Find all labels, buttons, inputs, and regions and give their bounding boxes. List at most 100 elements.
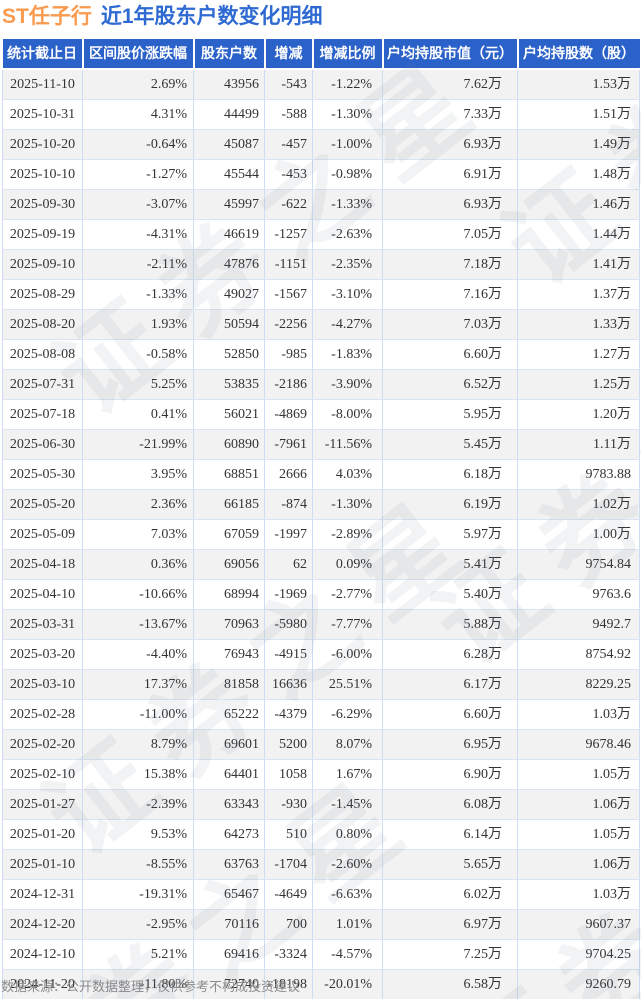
cell-date: 2025-05-20 — [2, 489, 83, 520]
cell-holders: 68994 — [193, 579, 265, 610]
cell-price-change: -2.95% — [82, 909, 194, 940]
cell-delta: -3324 — [264, 939, 313, 970]
cell-avg-value: 6.60万 — [382, 699, 518, 730]
cell-holders: 69416 — [193, 939, 265, 970]
cell-price-change: -13.67% — [82, 609, 194, 640]
cell-delta: -985 — [264, 339, 313, 370]
cell-delta: -1997 — [264, 519, 313, 550]
cell-holders: 69601 — [193, 729, 265, 760]
cell-delta-pct: -6.29% — [312, 699, 383, 730]
cell-date: 2025-05-30 — [2, 459, 83, 490]
cell-date: 2025-09-19 — [2, 219, 83, 250]
cell-price-change: 7.03% — [82, 519, 194, 550]
cell-holders: 46619 — [193, 219, 265, 250]
cell-avg-shares: 1.27万 — [517, 339, 640, 370]
cell-avg-value: 7.33万 — [382, 99, 518, 130]
table-row: 2025-01-10 -8.55% 63763 -1704 -2.60% 5.65万 1.0… — [2, 849, 640, 880]
table-row: 2025-09-19 -4.31% 46619 -1257 -2.63% 7.05万 1.4… — [2, 219, 640, 250]
cell-date: 2025-01-27 — [2, 789, 83, 820]
cell-delta-pct: -1.00% — [312, 129, 383, 160]
cell-avg-value: 7.18万 — [382, 249, 518, 280]
cell-delta-pct: -3.10% — [312, 279, 383, 310]
cell-holders: 64401 — [193, 759, 265, 790]
cell-avg-value: 6.02万 — [382, 879, 518, 910]
cell-price-change: -2.11% — [82, 249, 194, 280]
cell-delta: -543 — [264, 69, 313, 100]
cell-avg-shares: 1.49万 — [517, 129, 640, 160]
page: ST任子行 近1年股东户数变化明细 统计截止日 区间股价涨跌幅 股东户数 增减 增减比例户… — [0, 0, 641, 999]
cell-avg-value: 6.14万 — [382, 819, 518, 850]
table-body: 2025-11-10 2.69% 43956 -543 -1.22% 7.62万 1.53万… — [2, 69, 640, 999]
cell-delta-pct: -3.90% — [312, 369, 383, 400]
cell-date: 2025-06-30 — [2, 429, 83, 460]
cell-price-change: -10.66% — [82, 579, 194, 610]
cell-delta-pct: 1.67% — [312, 759, 383, 790]
cell-avg-value: 5.97万 — [382, 519, 518, 550]
cell-delta: -1151 — [264, 249, 313, 280]
cell-date: 2025-05-09 — [2, 519, 83, 550]
table-row: 2025-04-10 -10.66% 68994 -1969 -2.77% 5.40万 97… — [2, 579, 640, 610]
column-header: 股东户数 — [192, 39, 266, 70]
cell-date: 2025-02-10 — [2, 759, 83, 790]
cell-avg-shares: 1.02万 — [517, 489, 640, 520]
table-row: 2025-01-27 -2.39% 63343 -930 -1.45% 6.08万 1.06… — [2, 789, 640, 820]
cell-delta-pct: 1.01% — [312, 909, 383, 940]
cell-avg-shares: 9763.6 — [517, 579, 640, 610]
cell-avg-shares: 1.06万 — [517, 849, 640, 880]
table-row: 2025-05-09 7.03% 67059 -1997 -2.89% 5.97万 1.00… — [2, 519, 640, 550]
cell-price-change: -1.33% — [82, 279, 194, 310]
cell-avg-shares: 9754.84 — [517, 549, 640, 580]
table-row: 2025-10-20 -0.64% 45087 -457 -1.00% 6.93万 1.49… — [2, 129, 640, 160]
cell-avg-value: 6.91万 — [382, 159, 518, 190]
cell-delta-pct: -1.33% — [312, 189, 383, 220]
cell-delta: 5200 — [264, 729, 313, 760]
cell-delta: 700 — [264, 909, 313, 940]
cell-delta: -874 — [264, 489, 313, 520]
cell-holders: 45997 — [193, 189, 265, 220]
table-row: 2024-12-10 5.21% 69416 -3324 -4.57% 7.25万 9704… — [2, 939, 640, 970]
table-row: 2024-12-20 -2.95% 70116 700 1.01% 6.97万 9607.3… — [2, 909, 640, 940]
cell-delta-pct: -1.83% — [312, 339, 383, 370]
cell-avg-value: 7.25万 — [382, 939, 518, 970]
cell-holders: 68851 — [193, 459, 265, 490]
cell-delta-pct: -0.98% — [312, 159, 383, 190]
cell-date: 2025-08-29 — [2, 279, 83, 310]
cell-avg-value: 6.28万 — [382, 639, 518, 670]
cell-price-change: 4.31% — [82, 99, 194, 130]
cell-date: 2025-01-20 — [2, 819, 83, 850]
cell-delta-pct: -2.89% — [312, 519, 383, 550]
cell-avg-value: 5.95万 — [382, 399, 518, 430]
cell-avg-value: 5.41万 — [382, 549, 518, 580]
cell-delta-pct: 8.07% — [312, 729, 383, 760]
cell-holders: 49027 — [193, 279, 265, 310]
table-row: 2025-04-18 0.36% 69056 62 0.09% 5.41万 9754.84 — [2, 549, 640, 580]
cell-delta-pct: -8.00% — [312, 399, 383, 430]
cell-delta: -4869 — [264, 399, 313, 430]
cell-date: 2025-04-10 — [2, 579, 83, 610]
table-row: 2025-08-29 -1.33% 49027 -1567 -3.10% 7.16万 1.3… — [2, 279, 640, 310]
cell-avg-value: 7.03万 — [382, 309, 518, 340]
table-row: 2025-08-08 -0.58% 52850 -985 -1.83% 6.60万 1.27… — [2, 339, 640, 370]
cell-holders: 45544 — [193, 159, 265, 190]
header-row: 统计截止日 区间股价涨跌幅 股东户数 增减 增减比例 户均持股市值（元） 户均持股数（股） — [2, 39, 640, 70]
cell-date: 2025-08-08 — [2, 339, 83, 370]
cell-avg-value: 6.93万 — [382, 189, 518, 220]
cell-delta-pct: -2.60% — [312, 849, 383, 880]
cell-avg-value: 7.05万 — [382, 219, 518, 250]
table-row: 2025-02-20 8.79% 69601 5200 8.07% 6.95万 9678.4… — [2, 729, 640, 760]
cell-holders: 65222 — [193, 699, 265, 730]
cell-date: 2024-12-31 — [2, 879, 83, 910]
cell-avg-value: 5.88万 — [382, 609, 518, 640]
cell-delta-pct: -1.22% — [312, 69, 383, 100]
cell-holders: 53835 — [193, 369, 265, 400]
table-row: 2025-07-18 0.41% 56021 -4869 -8.00% 5.95万 1.20… — [2, 399, 640, 430]
cell-delta-pct: -2.35% — [312, 249, 383, 280]
cell-avg-shares: 1.06万 — [517, 789, 640, 820]
cell-price-change: 3.95% — [82, 459, 194, 490]
cell-delta: -930 — [264, 789, 313, 820]
cell-avg-shares: 9678.46 — [517, 729, 640, 760]
cell-avg-shares: 9492.7 — [517, 609, 640, 640]
cell-date: 2024-12-10 — [2, 939, 83, 970]
cell-date: 2025-10-20 — [2, 129, 83, 160]
cell-delta-pct: -2.77% — [312, 579, 383, 610]
